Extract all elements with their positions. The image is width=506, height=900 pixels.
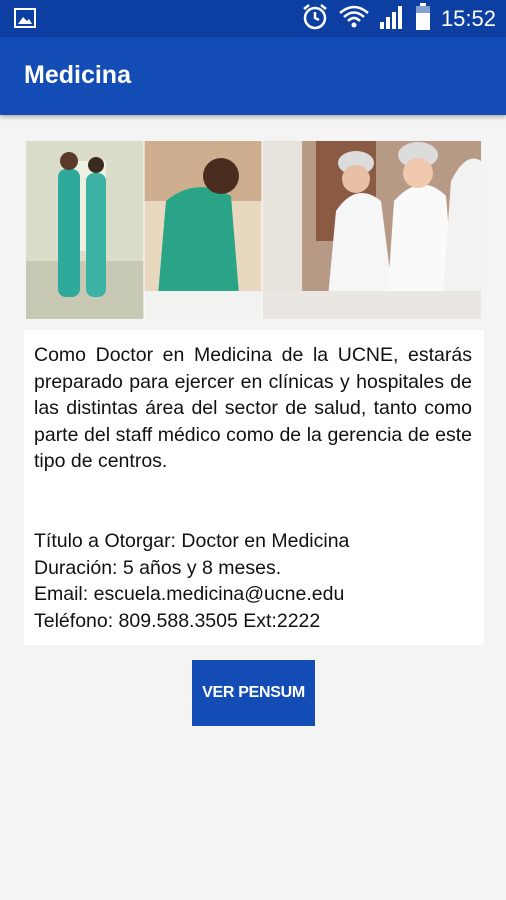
status-icons: 15:52 bbox=[301, 2, 496, 36]
image-icon bbox=[14, 8, 36, 33]
email: Email: escuela.medicina@ucne.edu bbox=[34, 583, 345, 605]
ver-pensum-button[interactable]: VER PENSUM bbox=[192, 660, 315, 726]
alarm-icon bbox=[301, 3, 329, 36]
status-bar: 15:52 bbox=[0, 0, 506, 37]
phone: Teléfono: 809.588.3505 Ext:2222 bbox=[34, 609, 321, 632]
career-info-card: Como Doctor en Medicina de la UCNE, esta… bbox=[24, 330, 484, 645]
battery-icon bbox=[415, 2, 431, 36]
career-details: Título a Otorgar: Doctor en Medicina Dur… bbox=[34, 528, 474, 634]
page-title: Medicina bbox=[24, 61, 131, 89]
app-bar: Medicina bbox=[0, 37, 506, 115]
degree-title: Título a Otorgar: Doctor en Medicina bbox=[34, 530, 350, 552]
status-time: 15:52 bbox=[440, 6, 496, 31]
duration: Duración: 5 años y 8 meses. bbox=[34, 556, 282, 579]
signal-icon bbox=[379, 4, 405, 35]
career-description: Como Doctor en Medicina de la UCNE, esta… bbox=[34, 344, 472, 472]
wifi-icon bbox=[339, 5, 369, 34]
medical-staff-photo bbox=[26, 141, 481, 319]
